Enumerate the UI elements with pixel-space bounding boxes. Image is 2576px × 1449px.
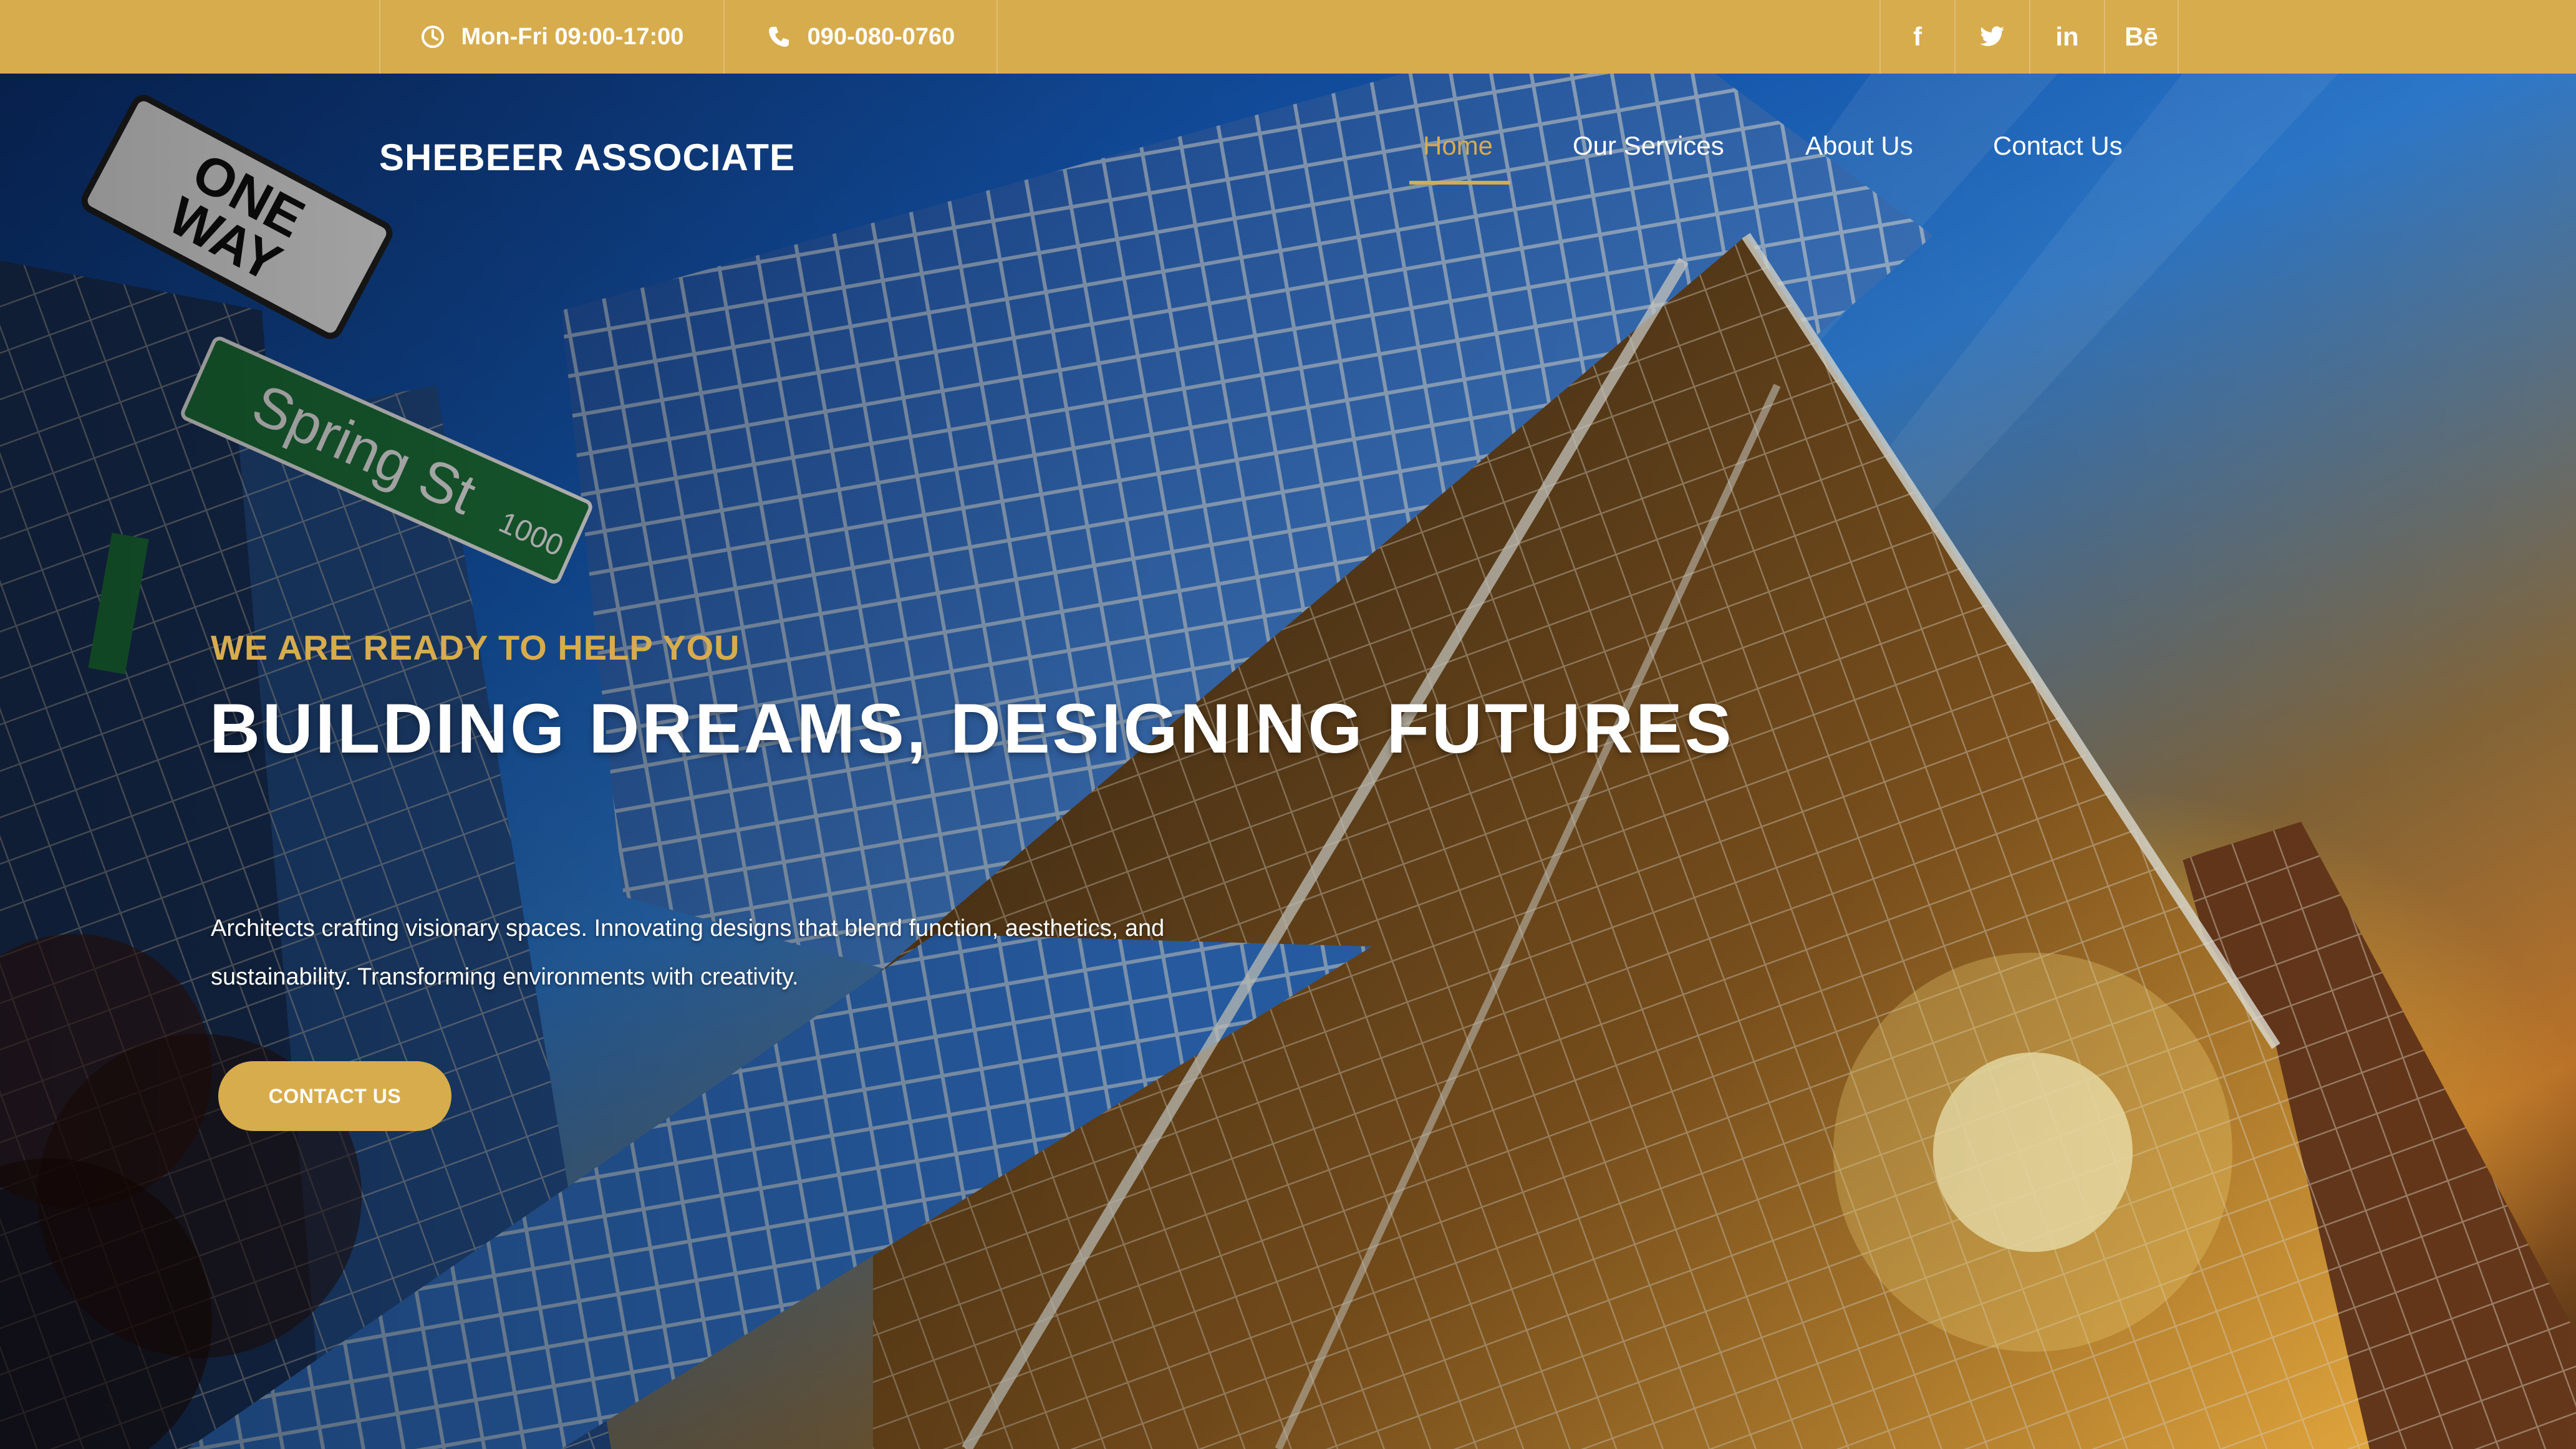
linkedin-icon[interactable]: in bbox=[2029, 0, 2104, 74]
phone-icon bbox=[766, 24, 791, 49]
business-hours-text: Mon-Fri 09:00-17:00 bbox=[461, 23, 684, 50]
hero-description: Architects crafting visionary spaces. In… bbox=[211, 915, 1165, 990]
site-logo[interactable]: SHEBEER ASSOCIATE bbox=[379, 136, 795, 179]
top-bar: Mon-Fri 09:00-17:00 090-080-0760 f in Bē bbox=[0, 0, 2576, 74]
nav-about-us[interactable]: About Us bbox=[1805, 131, 1913, 161]
behance-icon[interactable]: Bē bbox=[2104, 0, 2179, 74]
phone-number[interactable]: 090-080-0760 bbox=[723, 0, 998, 74]
contact-us-button[interactable]: CONTACT US bbox=[218, 1061, 451, 1131]
clock-icon bbox=[420, 24, 445, 49]
hero-headline: BUILDING DREAMS, DESIGNING FUTURES bbox=[210, 690, 1734, 768]
phone-number-text: 090-080-0760 bbox=[807, 23, 955, 50]
nav-our-services[interactable]: Our Services bbox=[1573, 131, 1724, 161]
twitter-icon[interactable] bbox=[1954, 0, 2029, 74]
business-hours: Mon-Fri 09:00-17:00 bbox=[379, 0, 723, 74]
nav-active-indicator bbox=[1409, 181, 1510, 185]
nav-home[interactable]: Home bbox=[1423, 131, 1493, 161]
hero-kicker: WE ARE READY TO HELP YOU bbox=[211, 628, 740, 667]
hero-section: ONE WAY Spring St 1000 SHEBEER ASSOCIATE… bbox=[0, 74, 2576, 1449]
facebook-icon[interactable]: f bbox=[1879, 0, 1954, 74]
nav-contact-us[interactable]: Contact Us bbox=[1993, 131, 2123, 161]
